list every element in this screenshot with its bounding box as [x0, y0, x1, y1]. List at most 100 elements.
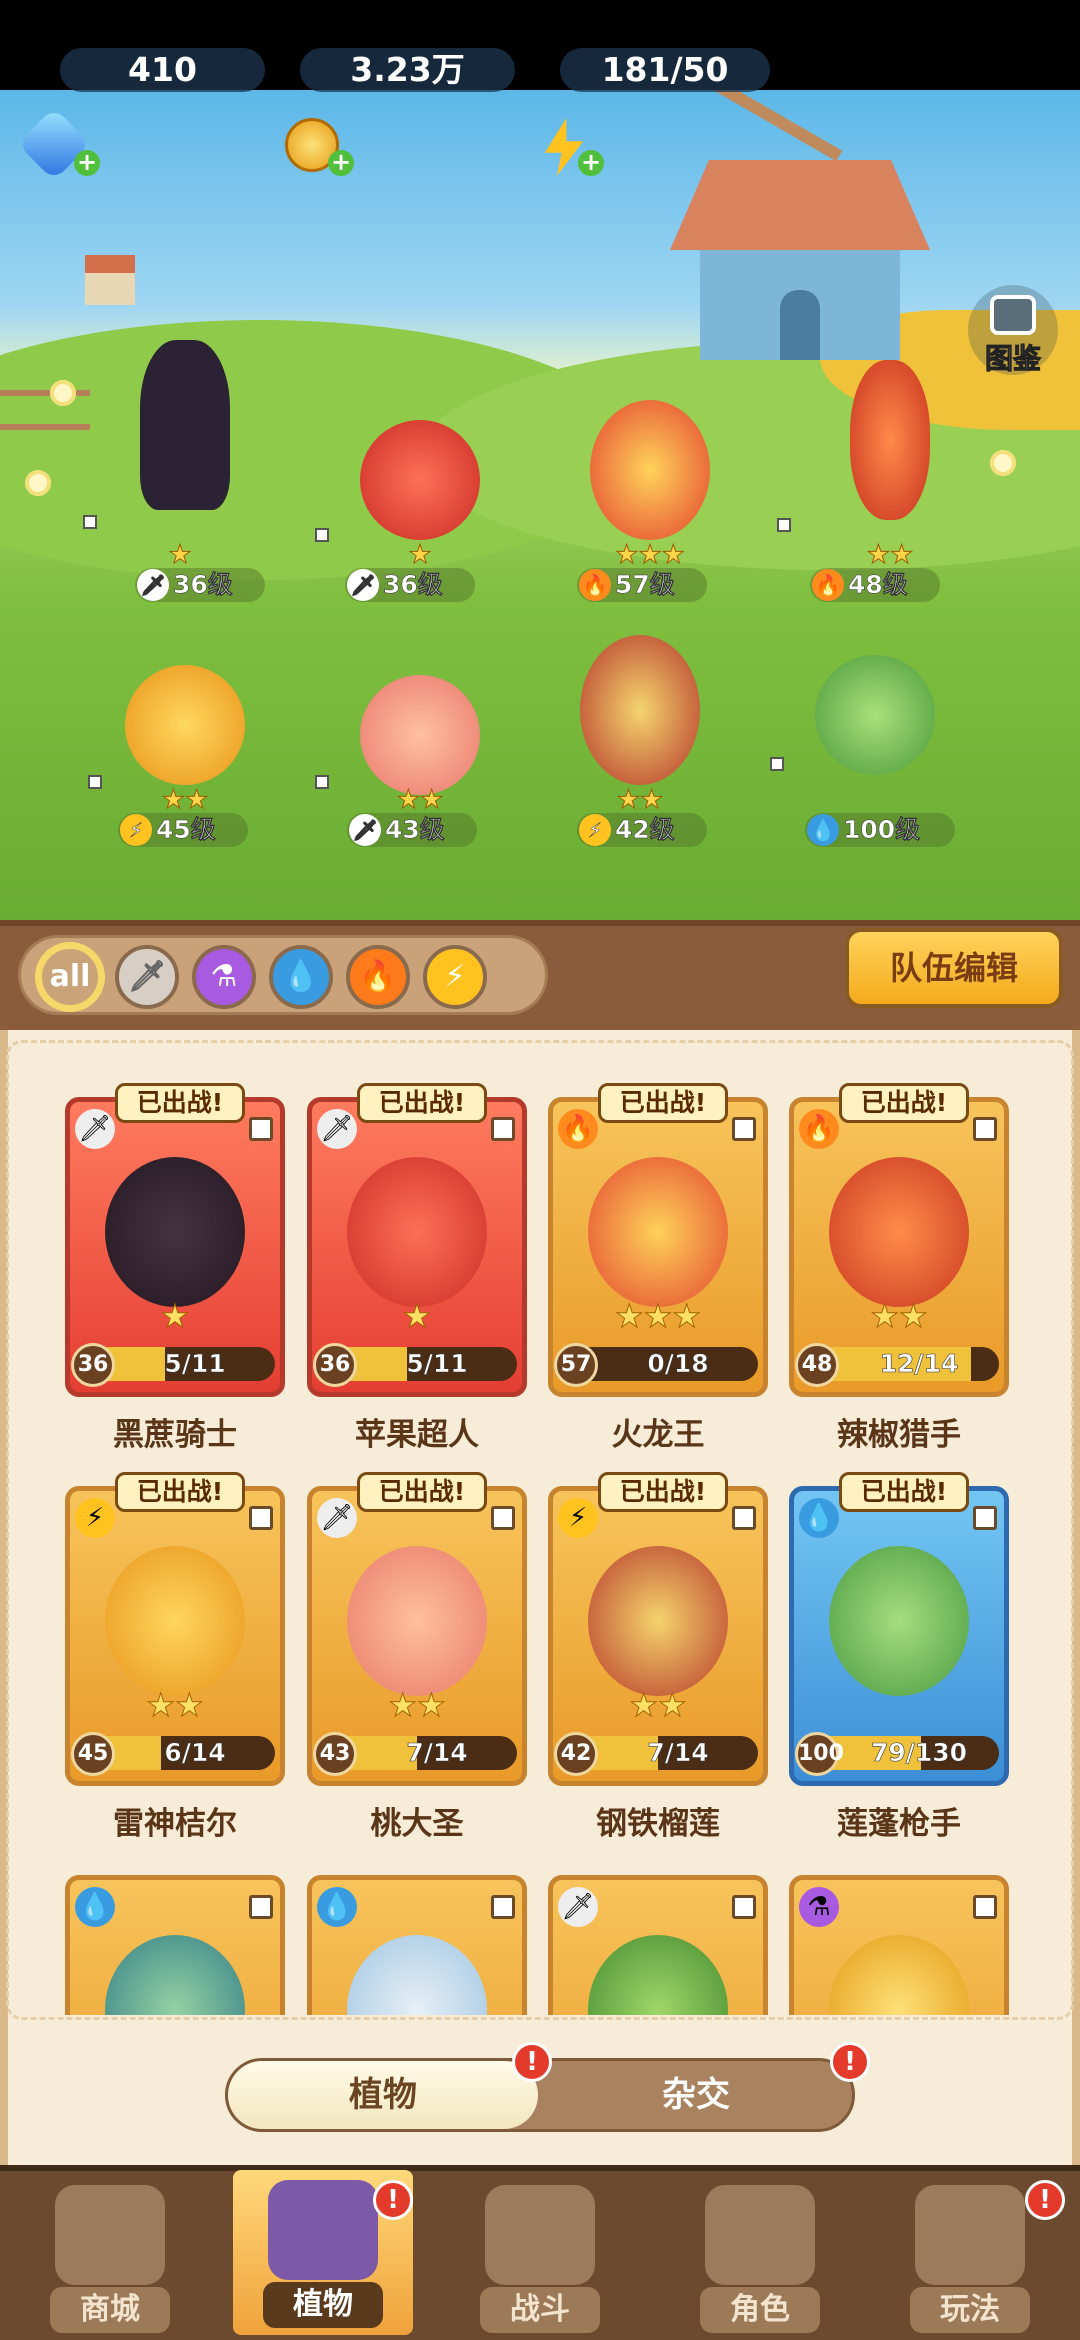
plant-card[interactable]: ⚗	[789, 1875, 1009, 2015]
plant-card[interactable]: 🗡 已出战! ★ 36 5/11 苹果超人	[307, 1083, 527, 1453]
slot-icon	[88, 775, 102, 789]
plant-name: 雷神桔尔	[113, 1806, 237, 1842]
codex-button[interactable]: 图鉴	[968, 285, 1058, 376]
team-member[interactable]: ★★ ⚡ 42级	[555, 635, 725, 847]
codex-label: 图鉴	[984, 342, 1041, 376]
book-icon	[990, 295, 1036, 335]
slot-icon	[491, 1506, 515, 1530]
character-sprite	[360, 675, 480, 795]
star-rating: ★	[408, 540, 432, 571]
level-text: 36级	[173, 570, 233, 600]
plant-card[interactable]: 🔥 已出战! ★★★ 57 0/18 火龙王	[548, 1083, 768, 1453]
star-rating: ★	[402, 1297, 432, 1336]
star-rating: ★★	[866, 540, 914, 571]
filter-water-button[interactable]: 💧	[269, 945, 333, 1009]
star-rating: ★	[160, 1297, 190, 1336]
filter-all-button[interactable]: all	[38, 945, 102, 1009]
plant-portrait	[347, 1157, 487, 1307]
plant-card[interactable]: 💧	[65, 1875, 285, 2015]
character-sprite	[125, 665, 245, 785]
sword-icon: 🗡	[317, 1109, 357, 1149]
filter-sword-button[interactable]: 🗡	[115, 945, 179, 1009]
plant-card[interactable]: 🗡 已出战! ★★ 43 7/14 桃大圣	[307, 1472, 527, 1842]
progress-text: 7/14	[647, 1738, 709, 1768]
nav-battle[interactable]: 战斗	[440, 2175, 640, 2340]
team-member[interactable]: ★ 🗡 36级	[83, 340, 265, 602]
deployed-badge: 已出战!	[115, 1472, 245, 1512]
character-sprite	[815, 655, 935, 775]
team-member[interactable]: 💧 100级	[770, 645, 960, 847]
team-edit-button[interactable]: 队伍编辑	[845, 928, 1063, 1008]
windmill-house	[670, 90, 930, 360]
plant-card[interactable]: 🔥 已出战! ★★ 48 12/14 辣椒猎手	[789, 1083, 1009, 1453]
team-member[interactable]: ★★ 🔥 48级	[777, 360, 975, 602]
star-rating: ★★★	[614, 1297, 702, 1336]
plant-portrait	[347, 1546, 487, 1696]
energy-counter[interactable]: 181/50	[560, 48, 770, 92]
plant-card[interactable]: 💧	[307, 1875, 527, 2015]
add-gold-button[interactable]: +	[328, 150, 354, 176]
add-energy-button[interactable]: +	[578, 150, 604, 176]
star-rating: ★★	[870, 1297, 928, 1336]
star-rating: ★★	[161, 785, 209, 816]
energy-amount: 181/50	[601, 50, 729, 89]
nav-character[interactable]: 角色	[660, 2175, 860, 2340]
alert-icon: !	[1025, 2180, 1065, 2220]
plant-card[interactable]: ⚡ 已出战! ★★ 42 7/14 钢铁榴莲	[548, 1472, 768, 1842]
fire-icon: 🔥	[558, 1109, 598, 1149]
filter-poison-button[interactable]: ⚗	[192, 945, 256, 1009]
star-rating: ★★	[146, 1686, 204, 1725]
plant-name: 火龙王	[611, 1417, 705, 1453]
level-badge: ⚡ 42级	[577, 813, 707, 847]
level-text: 43级	[385, 815, 445, 845]
level-text: 48级	[848, 570, 908, 600]
sword-icon: 🗡	[137, 569, 169, 601]
fire-icon: 🔥	[799, 1109, 839, 1149]
team-member[interactable]: ★★★ 🔥 57级	[565, 400, 735, 602]
plant-card[interactable]: 🗡	[548, 1875, 768, 2015]
team-member[interactable]: ★★ ⚡ 45级	[88, 645, 270, 847]
card-level: 100	[795, 1732, 844, 1776]
level-text: 57级	[615, 570, 675, 600]
filter-fire-button[interactable]: 🔥	[346, 945, 410, 1009]
alert-icon: !	[512, 2042, 552, 2082]
fire-icon: 🔥	[359, 959, 397, 994]
lightning-icon: ⚡	[558, 1498, 598, 1538]
star-rating: ★★	[616, 785, 664, 816]
gold-amount: 3.23万	[350, 50, 465, 89]
plant-portrait	[588, 1157, 728, 1307]
flower	[25, 470, 51, 496]
flower	[50, 380, 76, 406]
alert-icon: !	[830, 2042, 870, 2082]
add-diamond-button[interactable]: +	[74, 150, 100, 176]
fence	[0, 390, 90, 430]
plant-card[interactable]: 🗡 已出战! ★ 36 5/11 黑蔗骑士	[65, 1083, 285, 1453]
team-member[interactable]: ★ 🗡 36级	[315, 400, 505, 602]
tab-plants[interactable]: 植物	[228, 2061, 538, 2129]
diamond-counter[interactable]: 410	[60, 48, 265, 92]
plant-card[interactable]: ⚡ 已出战! ★★ 45 6/14 雷神桔尔	[65, 1472, 285, 1842]
progress-text: 5/11	[406, 1349, 468, 1379]
plant-card[interactable]: 💧 已出战! 100 79/130 莲蓬枪手	[789, 1472, 1009, 1842]
nav-shop[interactable]: 商城	[10, 2175, 210, 2340]
deployed-badge: 已出战!	[598, 1472, 728, 1512]
slot-icon	[491, 1895, 515, 1919]
plant-name: 桃大圣	[370, 1806, 464, 1842]
filter-lightning-button[interactable]: ⚡	[423, 945, 487, 1009]
tab-hybrid-label: 杂交	[662, 2075, 730, 2115]
character-sprite	[140, 340, 230, 510]
team-member[interactable]: ★★ 🗡 43级	[315, 645, 505, 847]
plants-icon	[268, 2180, 378, 2280]
plant-name: 钢铁榴莲	[596, 1806, 720, 1842]
deployed-badge: 已出战!	[598, 1083, 728, 1123]
nav-character-label: 角色	[700, 2287, 820, 2333]
tab-hybrid[interactable]: 杂交	[540, 2061, 852, 2129]
lightning-icon: ⚡	[75, 1498, 115, 1538]
progress-text: 79/130	[870, 1738, 968, 1768]
slot-icon	[732, 1895, 756, 1919]
progress-text: 0/18	[647, 1349, 709, 1379]
gold-counter[interactable]: 3.23万	[300, 48, 515, 92]
progress-text: 5/11	[164, 1349, 226, 1379]
slot-icon	[83, 515, 97, 529]
level-badge: 🔥 48级	[810, 568, 940, 602]
